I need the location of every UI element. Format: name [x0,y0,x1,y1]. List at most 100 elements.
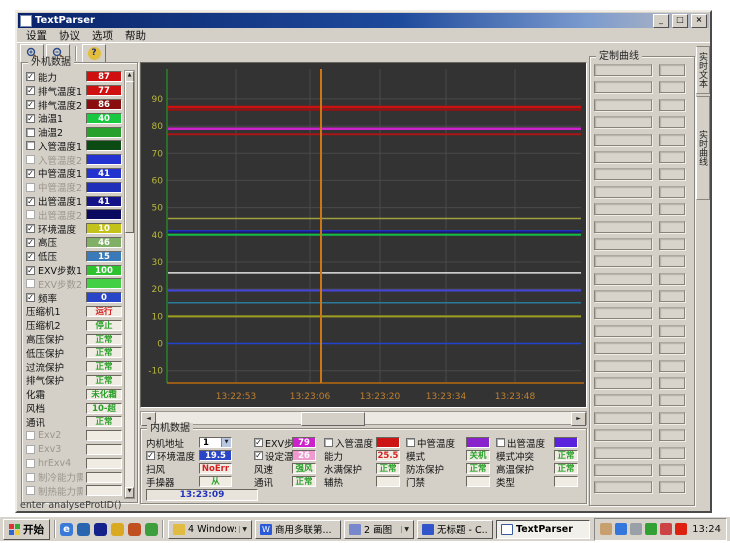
restore-button[interactable] [672,14,688,28]
custom-curve-name-field[interactable] [594,168,652,180]
custom-curve-value-field[interactable] [659,64,685,76]
custom-curve-name-field[interactable] [594,481,652,493]
chart-hscrollbar[interactable] [140,411,587,425]
custom-curve-name-field[interactable] [594,255,652,267]
tray-icon[interactable] [645,523,657,535]
row-checkbox[interactable] [26,445,35,454]
quicklaunch-icon[interactable] [77,523,90,536]
custom-curve-value-field[interactable] [659,81,685,93]
row-checkbox[interactable] [26,197,35,206]
custom-curve-name-field[interactable] [594,134,652,146]
row-checkbox[interactable] [26,128,35,137]
custom-curve-value-field[interactable] [659,273,685,285]
help-button[interactable] [82,44,106,63]
quicklaunch-icon[interactable] [94,523,107,536]
custom-curve-value-field[interactable] [659,255,685,267]
row-checkbox[interactable] [26,183,35,192]
custom-curve-name-field[interactable] [594,429,652,441]
minimize-button[interactable] [653,14,669,28]
custom-curve-name-field[interactable] [594,203,652,215]
menu-item[interactable]: 设置 [20,28,53,43]
menu-item[interactable]: 协议 [53,28,86,43]
custom-curve-name-field[interactable] [594,186,652,198]
row-checkbox[interactable] [496,438,505,447]
custom-curve-value-field[interactable] [659,134,685,146]
custom-curve-value-field[interactable] [659,99,685,111]
row-checkbox[interactable] [26,114,35,123]
custom-curve-name-field[interactable] [594,273,652,285]
scroll-down-arrow-icon[interactable]: ▼ [125,487,134,498]
custom-curve-value-field[interactable] [659,221,685,233]
custom-curve-value-field[interactable] [659,307,685,319]
row-checkbox[interactable] [26,141,35,150]
taskbar-window-button[interactable]: 2 画图 [344,520,414,539]
row-checkbox[interactable] [26,238,35,247]
row-checkbox[interactable] [146,451,155,460]
taskbar-window-button[interactable]: 商用多联第... [255,520,341,539]
tray-icon[interactable] [675,523,687,535]
tray-icon[interactable] [660,523,672,535]
quicklaunch-icon[interactable] [111,523,124,536]
row-checkbox[interactable] [26,473,35,482]
row-checkbox[interactable] [26,266,35,275]
chart-plot[interactable]: 9080706050403020100-1013:22:5313:23:0613… [140,62,587,408]
custom-curve-name-field[interactable] [594,464,652,476]
custom-curve-name-field[interactable] [594,81,652,93]
custom-curve-value-field[interactable] [659,325,685,337]
custom-curve-name-field[interactable] [594,412,652,424]
row-checkbox[interactable] [254,451,263,460]
custom-curve-value-field[interactable] [659,238,685,250]
row-checkbox[interactable] [26,72,35,81]
custom-curve-value-field[interactable] [659,342,685,354]
menu-item[interactable]: 选项 [86,28,119,43]
row-checkbox[interactable] [26,279,35,288]
custom-curve-value-field[interactable] [659,464,685,476]
custom-curve-name-field[interactable] [594,221,652,233]
custom-curve-name-field[interactable] [594,447,652,459]
row-checkbox[interactable] [26,155,35,164]
custom-curve-value-field[interactable] [659,203,685,215]
custom-curve-name-field[interactable] [594,99,652,111]
tray-icon[interactable] [630,523,642,535]
custom-curve-value-field[interactable] [659,429,685,441]
row-checkbox[interactable] [26,169,35,178]
row-checkbox[interactable] [26,459,35,468]
custom-curve-name-field[interactable] [594,290,652,302]
custom-curve-name-field[interactable] [594,151,652,163]
menu-item[interactable]: 帮助 [119,28,152,43]
row-checkbox[interactable] [254,438,263,447]
custom-curve-value-field[interactable] [659,290,685,302]
row-checkbox[interactable] [26,224,35,233]
custom-curve-value-field[interactable] [659,481,685,493]
custom-curve-name-field[interactable] [594,307,652,319]
quicklaunch-icon[interactable] [128,523,141,536]
side-tab[interactable]: 实时曲线 [696,96,710,200]
row-checkbox[interactable] [26,210,35,219]
custom-curve-value-field[interactable] [659,116,685,128]
custom-curve-name-field[interactable] [594,394,652,406]
row-checkbox[interactable] [26,86,35,95]
custom-curve-value-field[interactable] [659,412,685,424]
title-bar[interactable]: TextParser [18,13,709,28]
taskbar-window-button[interactable]: TextParser [496,520,590,539]
outdoor-scrollbar[interactable]: ▲ ▼ [124,70,135,499]
custom-curve-value-field[interactable] [659,447,685,459]
custom-curve-name-field[interactable] [594,238,652,250]
taskbar-window-button[interactable]: 无标题 - C... [417,520,493,539]
row-checkbox[interactable] [26,431,35,440]
row-checkbox[interactable] [26,100,35,109]
custom-curve-value-field[interactable] [659,151,685,163]
custom-curve-value-field[interactable] [659,394,685,406]
quicklaunch-icon[interactable] [145,523,158,536]
custom-curve-value-field[interactable] [659,186,685,198]
tray-icon[interactable] [600,523,612,535]
custom-curve-value-field[interactable] [659,377,685,389]
scrollbar-thumb[interactable] [125,81,134,233]
hscrollbar-thumb[interactable] [301,412,365,426]
custom-curve-name-field[interactable] [594,325,652,337]
row-checkbox[interactable] [324,438,333,447]
quicklaunch-icon[interactable] [60,523,73,536]
start-button[interactable]: 开始 [3,519,50,540]
custom-curve-value-field[interactable] [659,360,685,372]
side-tab[interactable]: 实时文本 [696,46,710,94]
